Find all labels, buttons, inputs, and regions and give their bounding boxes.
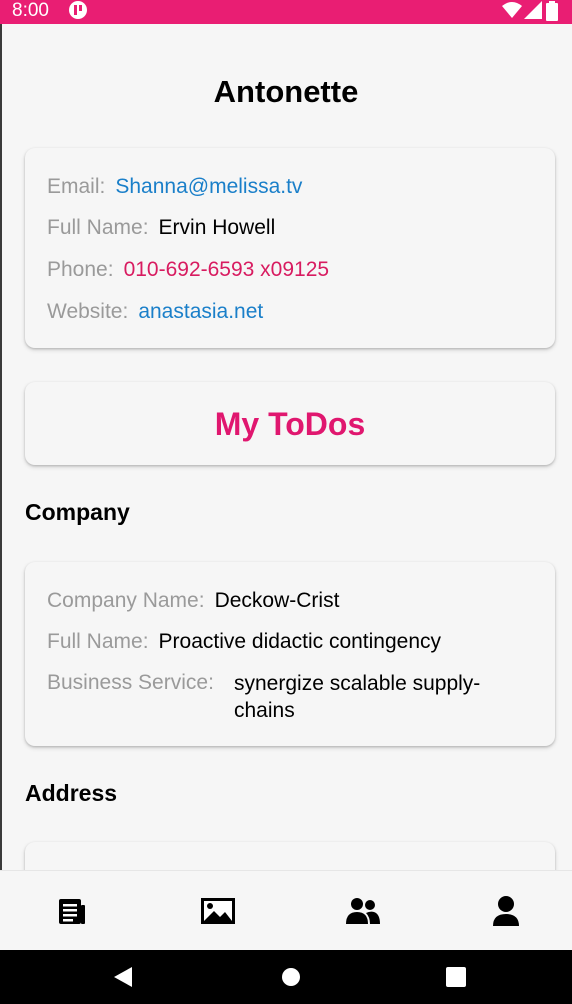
email-link[interactable]: Shanna@melissa.tv (115, 175, 302, 198)
battery-icon (546, 1, 558, 21)
company-name-label: Company Name: (47, 589, 205, 612)
posts-icon[interactable] (52, 891, 92, 931)
company-name-value: Deckow-Crist (214, 589, 340, 612)
users-icon[interactable] (343, 891, 383, 931)
wifi-icon (502, 2, 522, 18)
website-label: Website: (47, 300, 129, 323)
recents-icon[interactable] (445, 965, 467, 989)
company-full-name-row: Full Name: Proactive didactic contingency (47, 629, 441, 655)
window-edge (0, 24, 2, 950)
home-icon[interactable] (280, 965, 302, 989)
todos-button[interactable]: My ToDos (25, 382, 555, 465)
bottom-navigation (0, 870, 572, 951)
notification-app-icon (68, 0, 88, 20)
company-full-name-label: Full Name: (47, 630, 149, 653)
profile-icon[interactable] (486, 891, 526, 931)
company-heading: Company (25, 499, 130, 525)
page-title: Antonette (213, 74, 359, 109)
business-service-label: Business Service: (47, 671, 214, 694)
email-label: Email: (47, 175, 106, 198)
company-card: Company Name: Deckow-Crist Full Name: Proa… (25, 562, 555, 746)
phone-label: Phone: (47, 258, 114, 281)
full-name-label: Full Name: (47, 216, 149, 239)
phone-row: Phone: 010-692-6593 x09125 (47, 257, 329, 283)
company-full-name-value: Proactive didactic contingency (158, 630, 442, 653)
business-service-value: synergize scalable supply-chains (234, 672, 481, 722)
system-navigation-bar (0, 950, 572, 1004)
full-name-row: Full Name: Ervin Howell (47, 215, 275, 241)
email-row: Email: Shanna@melissa.tv (47, 174, 302, 200)
phone-link[interactable]: 010-692-6593 x09125 (124, 258, 330, 281)
website-row: Website: anastasia.net (47, 299, 263, 325)
todos-label: My ToDos (214, 406, 366, 442)
signal-icon (524, 1, 542, 19)
full-name-value: Ervin Howell (158, 216, 276, 239)
back-icon[interactable] (112, 965, 134, 989)
address-heading: Address (25, 780, 118, 806)
website-link[interactable]: anastasia.net (138, 300, 263, 323)
status-time: 8:00 (12, 0, 49, 21)
status-bar: 8:00 (0, 0, 572, 24)
photos-icon[interactable] (198, 891, 238, 931)
contact-card: Email: Shanna@melissa.tv Full Name: Ervin … (25, 148, 555, 348)
company-name-row: Company Name: Deckow-Crist (47, 588, 339, 614)
